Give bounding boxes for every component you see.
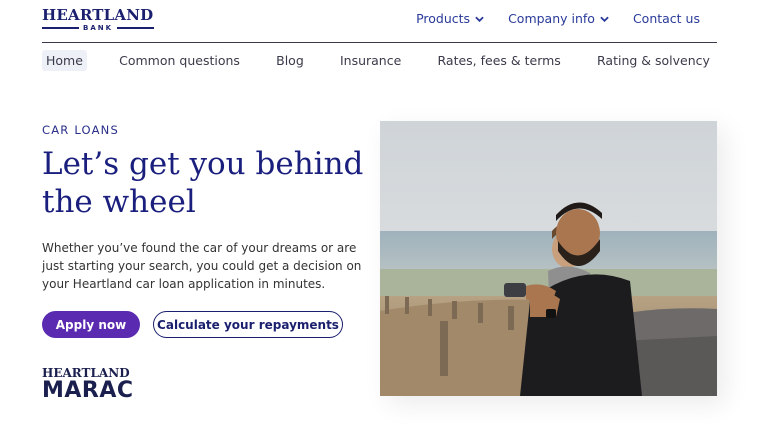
apply-now-button[interactable]: Apply now [42,311,140,338]
heartland-bank-logo[interactable]: HEARTLAND BANK [42,6,155,32]
heartland-marac-logo: HEARTLAND MARAC [42,367,134,402]
top-nav-label: Contact us [632,11,700,26]
hero-eyebrow: CAR LOANS [42,123,119,137]
header-divider [42,42,717,43]
calculate-repayments-button[interactable]: Calculate your repayments [153,311,343,338]
top-nav-label: Products [416,11,471,26]
sub-nav-rates-fees-terms[interactable]: Rates, fees & terms [434,50,565,71]
hero-headline: Let’s get you behind the wheel [42,146,364,220]
sub-nav-blog[interactable]: Blog [272,50,308,71]
hero-body: Whether you’ve found the car of your dre… [42,241,362,291]
sub-nav-rating-solvency[interactable]: Rating & solvency [593,50,714,71]
top-nav-company-info[interactable]: Company info [508,11,609,26]
chevron-down-icon [600,16,609,22]
logo-wordmark: HEARTLAND [42,6,154,24]
sub-nav: Home Common questions Blog Insurance Rat… [42,50,714,71]
chevron-down-icon [475,16,484,22]
marac-logo-bottom: MARAC [42,378,134,403]
sub-nav-home[interactable]: Home [42,50,87,71]
top-nav-contact-us[interactable]: Contact us [633,11,700,26]
top-nav-label: Company info [508,11,595,26]
sub-nav-insurance[interactable]: Insurance [336,50,405,71]
top-nav: Products Company info Contact us [416,11,700,26]
hero-photo [380,121,717,396]
top-nav-products[interactable]: Products [416,11,484,26]
logo-subword: BANK [82,24,114,32]
sub-nav-common-questions[interactable]: Common questions [115,50,244,71]
